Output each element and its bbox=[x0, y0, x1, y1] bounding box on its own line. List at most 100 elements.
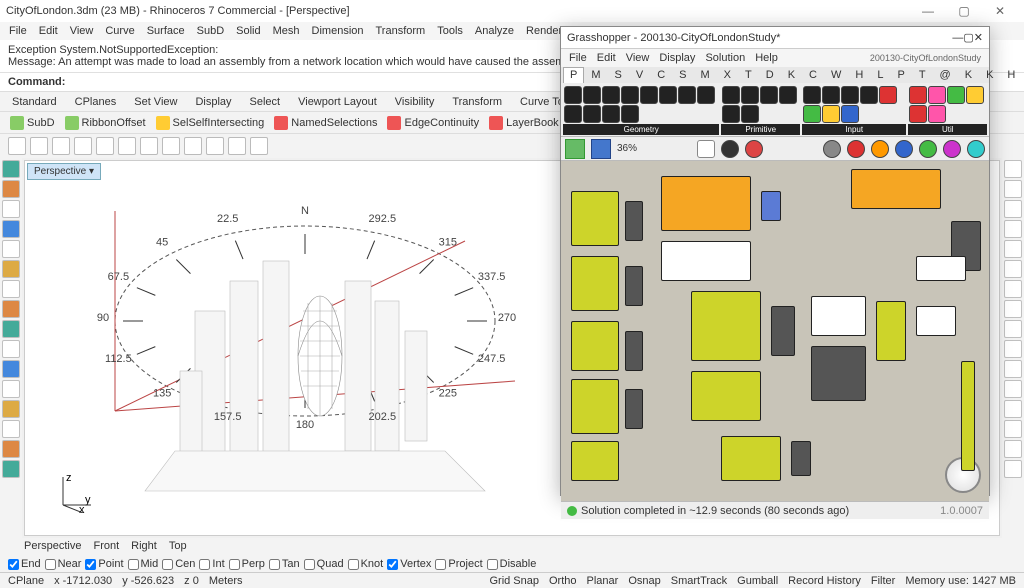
gh-node[interactable] bbox=[625, 201, 643, 241]
menu-analyze[interactable]: Analyze bbox=[470, 23, 519, 39]
tab-transform[interactable]: Transform bbox=[452, 96, 502, 108]
gh-component-icon[interactable] bbox=[841, 105, 859, 123]
gh-component-icon[interactable] bbox=[621, 105, 639, 123]
left-tool-icon[interactable] bbox=[2, 240, 20, 258]
gh-component-icon[interactable] bbox=[602, 105, 620, 123]
status-record[interactable]: Record History bbox=[788, 575, 861, 587]
left-tool-icon[interactable] bbox=[2, 440, 20, 458]
gh-node[interactable] bbox=[791, 441, 811, 476]
close-icon[interactable]: ✕ bbox=[982, 4, 1018, 18]
gh-component-icon[interactable] bbox=[779, 86, 797, 104]
gh-component-icon[interactable] bbox=[583, 86, 601, 104]
gh-tab[interactable]: V bbox=[629, 67, 650, 83]
menu-transform[interactable]: Transform bbox=[371, 23, 431, 39]
gh-node[interactable] bbox=[661, 241, 751, 281]
right-tool-icon[interactable] bbox=[1004, 180, 1022, 198]
gh-component-icon[interactable] bbox=[860, 86, 878, 104]
gh-node[interactable] bbox=[851, 169, 941, 209]
gh-canvas[interactable] bbox=[561, 161, 989, 501]
tab-set-view[interactable]: Set View bbox=[134, 96, 177, 108]
tool-selselfintersecting[interactable]: SelSelfIntersecting bbox=[156, 116, 265, 130]
gh-component-icon[interactable] bbox=[760, 86, 778, 104]
gh-node[interactable] bbox=[691, 291, 761, 361]
gh-component-icon[interactable] bbox=[803, 105, 821, 123]
right-tool-icon[interactable] bbox=[1004, 220, 1022, 238]
gh-menu-solution[interactable]: Solution bbox=[701, 51, 749, 65]
osnap-knot[interactable]: Knot bbox=[348, 558, 384, 570]
gh-node[interactable] bbox=[625, 389, 643, 429]
left-tool-icon[interactable] bbox=[2, 280, 20, 298]
gh-tab[interactable]: K bbox=[958, 67, 979, 83]
tool-ribbonoffset[interactable]: RibbonOffset bbox=[65, 116, 146, 130]
menu-subd[interactable]: SubD bbox=[192, 23, 230, 39]
gh-node[interactable] bbox=[571, 191, 619, 246]
gh-tab[interactable]: L bbox=[870, 67, 890, 83]
gh-node[interactable] bbox=[761, 191, 781, 221]
status-gumball[interactable]: Gumball bbox=[737, 575, 778, 587]
tool-namedselections[interactable]: NamedSelections bbox=[274, 116, 377, 130]
gh-component-icon[interactable] bbox=[564, 105, 582, 123]
osnap-disable[interactable]: Disable bbox=[487, 558, 537, 570]
right-tool-icon[interactable] bbox=[1004, 200, 1022, 218]
left-tool-icon[interactable] bbox=[2, 400, 20, 418]
toolbar-icon[interactable] bbox=[250, 137, 268, 155]
gh-tab[interactable]: X bbox=[717, 67, 738, 83]
right-tool-icon[interactable] bbox=[1004, 280, 1022, 298]
gh-node[interactable] bbox=[571, 441, 619, 481]
tab-cplanes[interactable]: CPlanes bbox=[75, 96, 117, 108]
toolbar-icon[interactable] bbox=[8, 137, 26, 155]
gh-component-icon[interactable] bbox=[678, 86, 696, 104]
toolbar-icon[interactable] bbox=[140, 137, 158, 155]
left-tool-icon[interactable] bbox=[2, 200, 20, 218]
status-smarttrack[interactable]: SmartTrack bbox=[671, 575, 727, 587]
gh-tab[interactable]: C bbox=[802, 67, 824, 83]
gh-tab[interactable]: M bbox=[694, 67, 717, 83]
menu-mesh[interactable]: Mesh bbox=[268, 23, 305, 39]
gh-menu-display[interactable]: Display bbox=[655, 51, 699, 65]
right-tool-icon[interactable] bbox=[1004, 240, 1022, 258]
status-osnap[interactable]: Osnap bbox=[628, 575, 660, 587]
gh-preview-icon[interactable] bbox=[721, 140, 739, 158]
gh-node[interactable] bbox=[916, 256, 966, 281]
gh-tab[interactable]: C bbox=[650, 67, 672, 83]
right-tool-icon[interactable] bbox=[1004, 440, 1022, 458]
gh-tab[interactable]: D bbox=[759, 67, 781, 83]
gh-tab[interactable]: P bbox=[890, 67, 911, 83]
gh-tab[interactable]: S bbox=[672, 67, 693, 83]
gh-node[interactable] bbox=[661, 176, 751, 231]
gh-node[interactable] bbox=[771, 306, 795, 356]
toolbar-icon[interactable] bbox=[30, 137, 48, 155]
right-tool-icon[interactable] bbox=[1004, 460, 1022, 478]
right-tool-icon[interactable] bbox=[1004, 360, 1022, 378]
gh-tab[interactable]: W bbox=[824, 67, 848, 83]
gh-c3-icon[interactable] bbox=[895, 140, 913, 158]
menu-curve[interactable]: Curve bbox=[100, 23, 139, 39]
minimize-icon[interactable]: — bbox=[910, 4, 946, 18]
right-tool-icon[interactable] bbox=[1004, 160, 1022, 178]
left-tool-icon[interactable] bbox=[2, 320, 20, 338]
toolbar-icon[interactable] bbox=[118, 137, 136, 155]
osnap-end[interactable]: End bbox=[8, 558, 41, 570]
gh-component-icon[interactable] bbox=[909, 86, 927, 104]
left-tool-icon[interactable] bbox=[2, 180, 20, 198]
gh-tab[interactable]: M bbox=[584, 67, 607, 83]
vp-tab-perspective[interactable]: Perspective bbox=[24, 540, 81, 554]
gh-component-icon[interactable] bbox=[697, 86, 715, 104]
gh-component-icon[interactable] bbox=[947, 86, 965, 104]
gh-node[interactable] bbox=[811, 296, 866, 336]
gh-component-icon[interactable] bbox=[602, 86, 620, 104]
gh-component-icon[interactable] bbox=[928, 86, 946, 104]
gh-close-icon[interactable]: ✕ bbox=[974, 31, 983, 44]
gh-maximize-icon[interactable]: ▢ bbox=[963, 31, 973, 44]
right-tool-icon[interactable] bbox=[1004, 340, 1022, 358]
gh-node[interactable] bbox=[961, 361, 975, 471]
gh-component-icon[interactable] bbox=[928, 105, 946, 123]
gh-new-icon[interactable] bbox=[565, 139, 585, 159]
gh-component-icon[interactable] bbox=[822, 86, 840, 104]
status-filter[interactable]: Filter bbox=[871, 575, 895, 587]
gh-component-icon[interactable] bbox=[803, 86, 821, 104]
gh-save-icon[interactable] bbox=[591, 139, 611, 159]
osnap-mid[interactable]: Mid bbox=[128, 558, 159, 570]
tab-standard[interactable]: Standard bbox=[12, 96, 57, 108]
left-tool-icon[interactable] bbox=[2, 420, 20, 438]
